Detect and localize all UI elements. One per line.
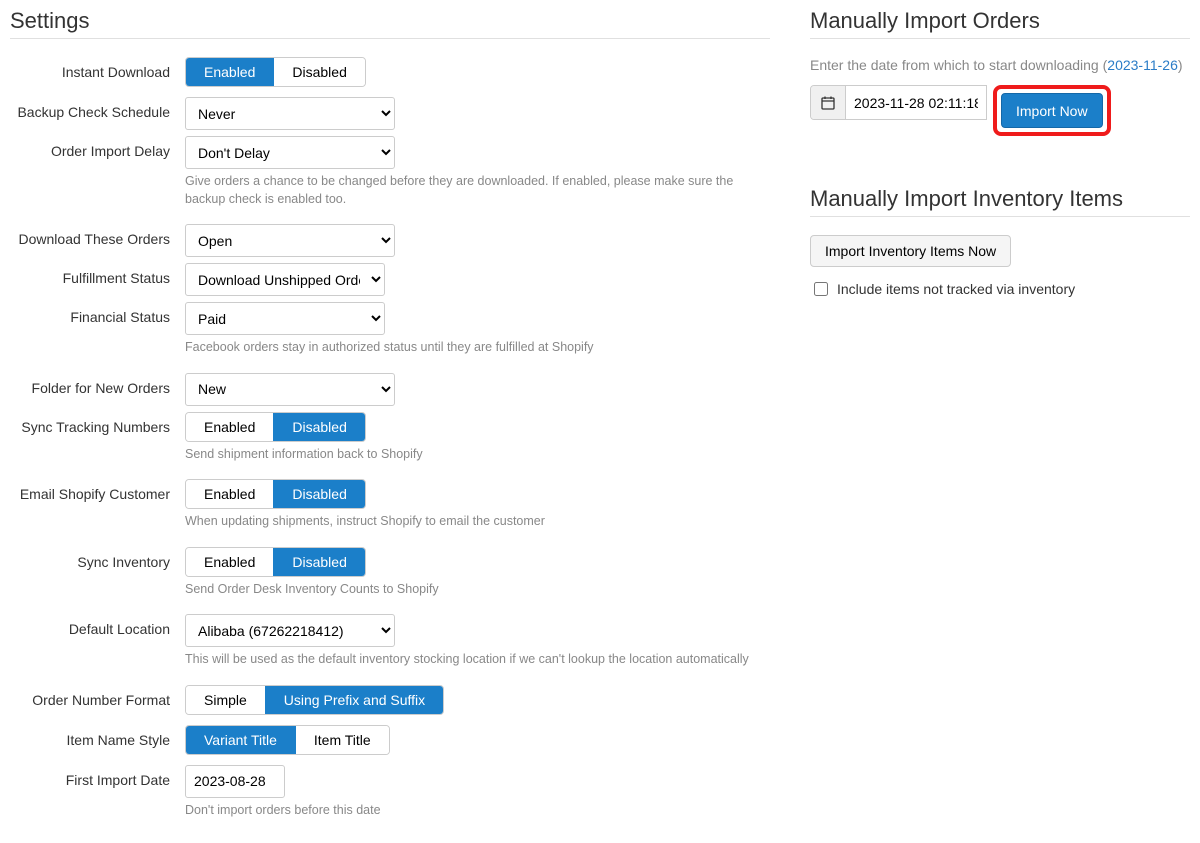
help-first-import: Don't import orders before this date [185, 802, 770, 820]
toggle-sync-tracking[interactable]: Enabled Disabled [185, 412, 366, 442]
checkbox-include-untracked[interactable] [814, 282, 828, 296]
select-order-import-delay[interactable]: Don't Delay [185, 136, 395, 169]
import-inventory-button[interactable]: Import Inventory Items Now [810, 235, 1011, 267]
include-untracked-row[interactable]: Include items not tracked via inventory [810, 279, 1190, 299]
label-order-import-delay: Order Import Delay [10, 136, 185, 159]
input-first-import-date[interactable] [185, 765, 285, 798]
calendar-icon[interactable] [811, 86, 846, 119]
label-fulfillment-status: Fulfillment Status [10, 263, 185, 286]
input-import-date[interactable] [846, 86, 986, 119]
label-sync-tracking: Sync Tracking Numbers [10, 412, 185, 435]
label-email-customer: Email Shopify Customer [10, 479, 185, 502]
row-email-customer: Email Shopify Customer Enabled Disabled … [10, 479, 770, 541]
hint-text-post: ) [1178, 57, 1183, 73]
label-item-name-style: Item Name Style [10, 725, 185, 748]
import-date-group [810, 85, 987, 120]
hint-text-pre: Enter the date from which to start downl… [810, 57, 1107, 73]
label-sync-inventory: Sync Inventory [10, 547, 185, 570]
manual-orders-hint: Enter the date from which to start downl… [810, 57, 1190, 73]
row-instant-download: Instant Download Enabled Disabled [10, 57, 770, 87]
toggle-instant-download-enabled[interactable]: Enabled [186, 58, 273, 86]
divider [810, 216, 1190, 217]
include-untracked-label: Include items not tracked via inventory [837, 281, 1075, 297]
toggle-email-customer[interactable]: Enabled Disabled [185, 479, 366, 509]
label-folder-new: Folder for New Orders [10, 373, 185, 396]
section-manual-import-inventory: Manually Import Inventory Items Import I… [810, 186, 1190, 299]
row-sync-tracking: Sync Tracking Numbers Enabled Disabled S… [10, 412, 770, 474]
label-instant-download: Instant Download [10, 57, 185, 80]
help-order-import-delay: Give orders a chance to be changed befor… [185, 173, 770, 208]
toggle-item-name-style-variant[interactable]: Variant Title [186, 726, 295, 754]
help-sync-inventory: Send Order Desk Inventory Counts to Shop… [185, 581, 770, 599]
select-default-location[interactable]: Alibaba (67262218412) [185, 614, 395, 647]
import-now-highlight: Import Now [993, 85, 1111, 136]
toggle-sync-tracking-disabled[interactable]: Disabled [273, 413, 364, 441]
row-fulfillment-status: Fulfillment Status Download Unshipped Or… [10, 263, 770, 296]
row-first-import: First Import Date Don't import orders be… [10, 765, 770, 830]
select-folder-new[interactable]: New [185, 373, 395, 406]
row-financial-status: Financial Status Paid Facebook orders st… [10, 302, 770, 367]
select-backup-check[interactable]: Never [185, 97, 395, 130]
toggle-sync-inventory-disabled[interactable]: Disabled [273, 548, 364, 576]
toggle-order-number-format-simple[interactable]: Simple [186, 686, 265, 714]
example-date-link[interactable]: 2023-11-26 [1107, 57, 1178, 73]
label-order-number-format: Order Number Format [10, 685, 185, 708]
row-backup-check: Backup Check Schedule Never [10, 97, 770, 130]
import-now-button[interactable]: Import Now [1001, 93, 1103, 128]
label-financial-status: Financial Status [10, 302, 185, 325]
row-item-name-style: Item Name Style Variant Title Item Title [10, 725, 770, 755]
select-fulfillment-status[interactable]: Download Unshipped Orders [185, 263, 385, 296]
toggle-item-name-style-item[interactable]: Item Title [295, 726, 389, 754]
toggle-email-customer-enabled[interactable]: Enabled [186, 480, 273, 508]
toggle-sync-tracking-enabled[interactable]: Enabled [186, 413, 273, 441]
toggle-instant-download[interactable]: Enabled Disabled [185, 57, 366, 87]
help-financial-status: Facebook orders stay in authorized statu… [185, 339, 770, 357]
help-email-customer: When updating shipments, instruct Shopif… [185, 513, 770, 531]
select-download-these[interactable]: Open [185, 224, 395, 257]
row-default-location: Default Location Alibaba (67262218412) T… [10, 614, 770, 679]
toggle-item-name-style[interactable]: Variant Title Item Title [185, 725, 390, 755]
row-sync-inventory: Sync Inventory Enabled Disabled Send Ord… [10, 547, 770, 609]
label-default-location: Default Location [10, 614, 185, 637]
manual-orders-title: Manually Import Orders [810, 8, 1190, 34]
row-order-number-format: Order Number Format Simple Using Prefix … [10, 685, 770, 715]
divider [10, 38, 770, 39]
toggle-email-customer-disabled[interactable]: Disabled [273, 480, 364, 508]
row-download-these: Download These Orders Open [10, 224, 770, 257]
select-financial-status[interactable]: Paid [185, 302, 385, 335]
label-download-these: Download These Orders [10, 224, 185, 247]
divider [810, 38, 1190, 39]
label-first-import: First Import Date [10, 765, 185, 788]
manual-inventory-title: Manually Import Inventory Items [810, 186, 1190, 212]
row-folder-new: Folder for New Orders New [10, 373, 770, 406]
help-default-location: This will be used as the default invento… [185, 651, 770, 669]
label-backup-check: Backup Check Schedule [10, 97, 185, 120]
toggle-order-number-format[interactable]: Simple Using Prefix and Suffix [185, 685, 444, 715]
settings-title: Settings [10, 8, 770, 34]
toggle-order-number-format-prefix[interactable]: Using Prefix and Suffix [265, 686, 443, 714]
row-order-import-delay: Order Import Delay Don't Delay Give orde… [10, 136, 770, 218]
toggle-sync-inventory-enabled[interactable]: Enabled [186, 548, 273, 576]
toggle-sync-inventory[interactable]: Enabled Disabled [185, 547, 366, 577]
toggle-instant-download-disabled[interactable]: Disabled [273, 58, 364, 86]
help-sync-tracking: Send shipment information back to Shopif… [185, 446, 770, 464]
section-manual-import-orders: Manually Import Orders Enter the date fr… [810, 8, 1190, 136]
